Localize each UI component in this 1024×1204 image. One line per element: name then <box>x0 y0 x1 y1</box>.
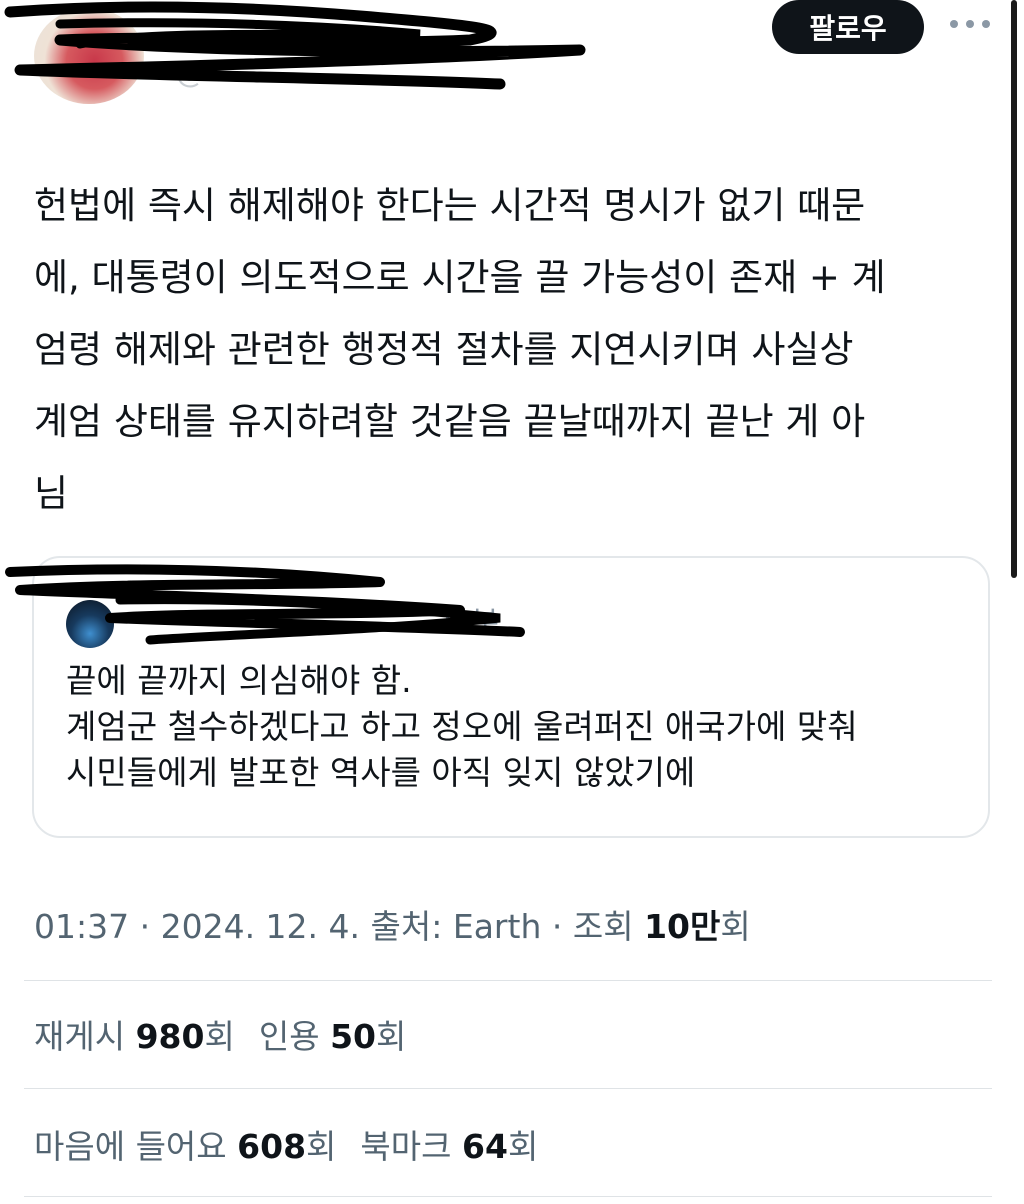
dot-icon <box>966 20 974 28</box>
engagement-stats: 마음에 들어요 608회 북마크 64회 <box>34 1120 538 1168</box>
quoted-text-line: 계엄군 철수하겠다고 하고 정오에 울려퍼진 애국가에 맞춰 <box>66 707 858 746</box>
author-avatar[interactable] <box>34 8 144 104</box>
bookmarks-label: 북마크 <box>360 1127 452 1166</box>
bookmarks-stat[interactable]: 북마크 64회 <box>360 1127 538 1166</box>
retweets-count: 980 <box>135 1017 205 1056</box>
tweet-text-line: 엄령 해제와 관련한 행정적 절차를 지연시키며 사실상 <box>34 328 854 371</box>
quoted-tweet-time: · 24분 <box>414 606 499 641</box>
tweet-text-line: 에, 대통령이 의도적으로 시간을 끌 가능성이 존재 + 계 <box>34 256 886 299</box>
quoted-text-line: 끝에 끝까지 의심해야 함. <box>66 661 412 700</box>
quoted-text-line: 시민들에게 발포한 역사를 아직 잊지 않았기에 <box>66 753 696 792</box>
quoted-tweet-text: 끝에 끝까지 의심해야 함. 계엄군 철수하겠다고 하고 정오에 울려퍼진 애국… <box>66 658 966 796</box>
quoted-tweet-card[interactable]: · 24분 끝에 끝까지 의심해야 함. 계엄군 철수하겠다고 하고 정오에 울… <box>32 556 990 838</box>
retweets-label: 재게시 <box>34 1017 126 1056</box>
source-value: Earth <box>452 907 542 946</box>
tweet-text-line: 님 <box>34 472 69 515</box>
likes-unit: 회 <box>306 1127 337 1166</box>
dot-icon <box>982 20 990 28</box>
tweet-text-line: 헌법에 즉시 해제해야 한다는 시간적 명시가 없기 때문 <box>34 184 866 227</box>
likes-label: 마음에 들어요 <box>34 1127 227 1166</box>
quoted-author-avatar <box>66 600 114 648</box>
source-label: 출처: <box>370 907 443 946</box>
views-label: 조회 <box>572 907 634 946</box>
scrollbar[interactable] <box>1011 0 1017 578</box>
dot-icon <box>950 20 958 28</box>
divider <box>24 1196 992 1197</box>
follow-button[interactable]: 팔로우 <box>772 0 924 54</box>
retweets-stat[interactable]: 재게시 980회 <box>34 1017 235 1056</box>
tweet-text: 헌법에 즉시 해제해야 한다는 시간적 명시가 없기 때문 에, 대통령이 의도… <box>34 170 984 530</box>
author-handle[interactable]: @ <box>175 55 205 90</box>
repost-stats: 재게시 980회 인용 50회 <box>34 1010 406 1058</box>
bookmarks-count: 64 <box>462 1127 508 1166</box>
views-unit: 회 <box>720 907 751 946</box>
views-count: 10만 <box>644 907 721 946</box>
bookmarks-unit: 회 <box>507 1127 539 1166</box>
tweet-date[interactable]: 2024. 12. 4. <box>161 907 360 946</box>
quotes-unit: 회 <box>376 1017 407 1056</box>
retweets-unit: 회 <box>204 1017 235 1056</box>
divider <box>24 1088 992 1089</box>
quotes-count: 50 <box>330 1017 377 1056</box>
quotes-label: 인용 <box>258 1017 320 1056</box>
likes-count: 608 <box>237 1127 307 1166</box>
more-options-icon[interactable] <box>950 14 990 34</box>
tweet-detail-view: @ 팔로우 헌법에 즉시 해제해야 한다는 시간적 명시가 없기 때문 에, 대… <box>0 0 1024 1204</box>
divider <box>24 980 992 981</box>
tweet-text-line: 계엄 상태를 유지하려할 것같음 끝날때까지 끝난 게 아 <box>34 400 866 443</box>
tweet-meta: 01:37 · 2024. 12. 4. 출처: Earth · 조회 10만회 <box>34 907 751 946</box>
likes-stat[interactable]: 마음에 들어요 608회 <box>34 1127 336 1166</box>
quotes-stat[interactable]: 인용 50회 <box>259 1017 407 1056</box>
tweet-time[interactable]: 01:37 <box>34 907 129 946</box>
